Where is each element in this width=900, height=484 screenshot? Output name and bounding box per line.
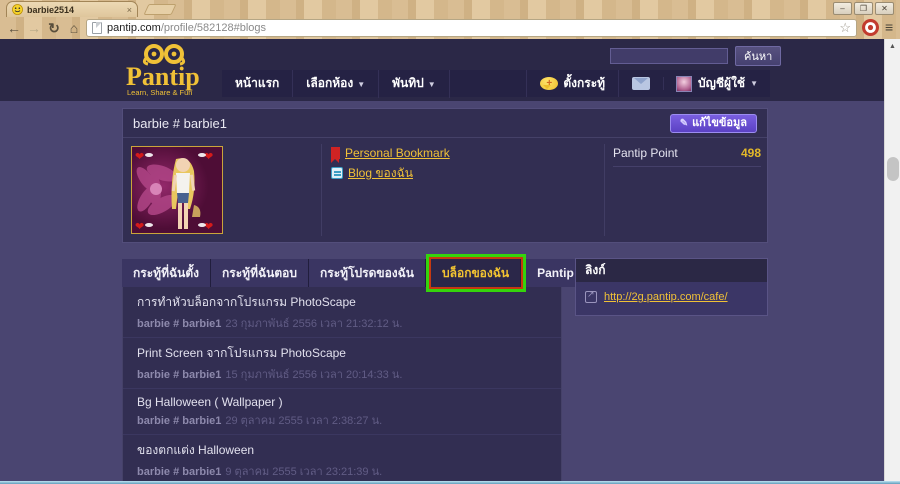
svg-text:❤: ❤: [204, 221, 213, 233]
search-input[interactable]: [610, 48, 728, 64]
minimize-button[interactable]: –: [833, 2, 852, 15]
chevron-down-icon: ▼: [427, 79, 436, 89]
speech-bubble-icon: +: [540, 77, 559, 90]
cafe-link[interactable]: http://2g.pantip.com/cafe/: [604, 291, 728, 303]
profile-card-header: barbie # barbie1 ✎ แก้ไขข้อมูล: [123, 109, 767, 138]
blog-date: 29 ตุลาคม 2555 เวลา 2:38:27 น.: [225, 415, 383, 427]
browser-toolbar: ← → ↻ ⌂ pantip.com/profile/582128#blogs …: [0, 17, 900, 39]
window-controls: – ❐ ✕: [833, 2, 894, 15]
messages-button[interactable]: [619, 77, 665, 90]
logo-tagline: Learn, Share & Fun: [127, 88, 192, 97]
bookmark-star-icon[interactable]: ☆: [839, 20, 851, 36]
account-menu[interactable]: บัญชีผู้ใช้ ▼: [664, 74, 770, 93]
nav-home[interactable]: หน้าแรก: [222, 70, 294, 97]
extension-icon[interactable]: [861, 18, 880, 37]
reload-icon[interactable]: ↻: [44, 18, 64, 38]
main-nav: หน้าแรก เลือกห้อง ▼ พันทิป ▼ + ตั้งกระทู้ …: [222, 69, 770, 98]
browser-tab[interactable]: barbie2514 ×: [6, 1, 138, 17]
blog-author: barbie # barbie1: [137, 369, 222, 381]
my-blog-link[interactable]: Blog ของฉัน: [348, 166, 413, 180]
blog-date: 15 กุมภาพันธ์ 2556 เวลา 20:14:33 น.: [225, 369, 403, 381]
edit-profile-button[interactable]: ✎ แก้ไขข้อมูล: [669, 113, 757, 133]
personal-bookmark-link[interactable]: Personal Bookmark: [345, 146, 450, 160]
blog-row[interactable]: ของตกแต่ง Halloween barbie # barbie1 9 ตุ…: [123, 435, 561, 483]
blog-row[interactable]: Bg Halloween ( Wallpaper ) barbie # barb…: [123, 389, 561, 435]
favicon-smiley-icon: [12, 4, 23, 15]
profile-tabs: กระทู้ที่ฉันตั้ง กระทู้ที่ฉันตอบ กระทู้โ…: [122, 259, 620, 287]
links-box-body: ↗ http://2g.pantip.com/cafe/: [576, 282, 767, 312]
links-box: ลิงก์ ↗ http://2g.pantip.com/cafe/: [575, 258, 768, 316]
pantip-point-label: Pantip Point: [613, 146, 678, 160]
blog-author: barbie # barbie1: [137, 318, 222, 330]
chevron-down-icon: ▼: [750, 79, 758, 88]
blog-title[interactable]: Bg Halloween ( Wallpaper ): [137, 395, 561, 409]
blog-date: 23 กุมภาพันธ์ 2556 เวลา 21:32:12 น.: [225, 318, 403, 330]
search-button[interactable]: ค้นหา: [735, 46, 782, 66]
nav-right-group: + ตั้งกระทู้ บัญชีผู้ใช้ ▼: [526, 70, 770, 97]
new-topic-button[interactable]: + ตั้งกระทู้: [526, 70, 620, 97]
svg-text:❤: ❤: [135, 221, 144, 233]
blog-icon: [331, 167, 343, 179]
divider: [604, 144, 605, 236]
home-icon[interactable]: ⌂: [64, 18, 84, 38]
blog-author: barbie # barbie1: [137, 415, 222, 427]
forward-icon[interactable]: →: [24, 18, 44, 38]
svg-text:❤: ❤: [204, 151, 213, 163]
blog-author: barbie # barbie1: [137, 466, 222, 478]
url-host: pantip.com: [107, 22, 161, 34]
divider: [321, 144, 322, 236]
nav-rooms[interactable]: เลือกห้อง ▼: [293, 69, 380, 98]
my-blog-row: Blog ของฉัน: [331, 166, 451, 180]
tab-title: barbie2514: [27, 4, 75, 15]
external-link-icon: ↗: [585, 289, 597, 303]
pantip-logo[interactable]: Pantip Learn, Share & Fun: [112, 41, 222, 104]
envelope-icon: [632, 77, 651, 90]
screen: barbie2514 × – ❐ ✕ ← → ↻ ⌂ pantip.com/pr…: [0, 0, 900, 484]
logo-text: Pantip: [126, 62, 200, 91]
pencil-icon: ✎: [679, 117, 689, 129]
maximize-button[interactable]: ❐: [854, 2, 873, 15]
tab-my-blogs[interactable]: บล็อกของฉัน: [431, 259, 522, 287]
blog-row[interactable]: การทำหัวบล็อกจากโปรแกรม PhotoScape barbi…: [123, 287, 561, 338]
scrollbar-thumb[interactable]: [887, 157, 899, 181]
account-avatar: [676, 75, 693, 92]
blog-title[interactable]: การทำหัวบล็อกจากโปรแกรม PhotoScape: [137, 293, 561, 312]
site-header: Pantip Learn, Share & Fun ค้นหา หน้าแรก …: [0, 39, 884, 101]
page-icon: [92, 22, 102, 34]
nav-pantip[interactable]: พันทิป ▼: [379, 69, 450, 98]
profile-avatar: ❤ ❤ ❤ ❤: [131, 146, 223, 234]
menu-icon[interactable]: ≡: [885, 20, 898, 34]
blog-title[interactable]: ของตกแต่ง Halloween: [137, 441, 561, 460]
profile-links: Personal Bookmark Blog ของฉัน: [331, 146, 451, 186]
svg-text:❤: ❤: [135, 151, 144, 163]
url-path: /profile/582128#blogs: [160, 22, 267, 34]
profile-card-body: ❤ ❤ ❤ ❤ Personal Bookmark Blog ของฉัน Pa…: [123, 138, 767, 242]
pantip-page: Pantip Learn, Share & Fun ค้นหา หน้าแรก …: [0, 39, 884, 484]
bookmark-icon: [331, 147, 340, 163]
pantip-point-value: 498: [740, 146, 761, 160]
page-scrollbar[interactable]: ▲: [884, 39, 900, 484]
profile-name: barbie # barbie1: [133, 115, 227, 131]
chevron-down-icon: ▼: [357, 79, 366, 89]
url-text[interactable]: pantip.com/profile/582128#blogs: [107, 22, 834, 34]
close-button[interactable]: ✕: [875, 2, 894, 15]
pantip-point-row: Pantip Point 498: [613, 146, 761, 167]
tab-my-replies[interactable]: กระทู้ที่ฉันตอบ: [211, 259, 309, 287]
blog-list: การทำหัวบล็อกจากโปรแกรม PhotoScape barbi…: [122, 287, 562, 484]
blog-row[interactable]: Print Screen จากโปรแกรม PhotoScape barbi…: [123, 338, 561, 389]
blog-title[interactable]: Print Screen จากโปรแกรม PhotoScape: [137, 344, 561, 363]
personal-bookmark-row: Personal Bookmark: [331, 146, 451, 163]
profile-card: barbie # barbie1 ✎ แก้ไขข้อมูล ❤ ❤ ❤ ❤ P…: [122, 108, 768, 243]
url-bar[interactable]: pantip.com/profile/582128#blogs ☆: [86, 19, 857, 37]
links-box-title: ลิงก์: [576, 259, 767, 282]
browser-chrome: barbie2514 × – ❐ ✕ ← → ↻ ⌂ pantip.com/pr…: [0, 0, 900, 39]
scrollbar-up-icon[interactable]: ▲: [885, 39, 900, 54]
tab-favorite-topics[interactable]: กระทู้โปรดของฉัน: [309, 259, 427, 287]
blog-date: 9 ตุลาคม 2555 เวลา 23:21:39 น.: [225, 466, 383, 478]
tab-close-icon[interactable]: ×: [127, 5, 132, 15]
browser-tabstrip: barbie2514 × – ❐ ✕: [0, 0, 900, 17]
back-icon[interactable]: ←: [4, 18, 24, 38]
new-tab-button[interactable]: [143, 4, 177, 15]
tab-my-topics[interactable]: กระทู้ที่ฉันตั้ง: [122, 259, 212, 287]
